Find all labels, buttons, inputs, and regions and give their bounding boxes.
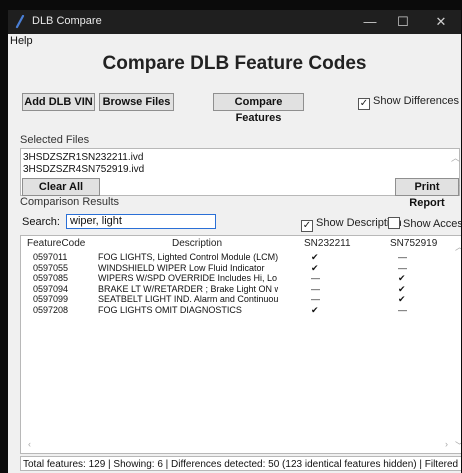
app-window: DLB Compare — ☐ ✕ Help Compare DLB Featu… [8, 10, 461, 473]
cell-sn232211: — [311, 294, 320, 304]
table-row[interactable]: 0597208 FOG LIGHTS OMIT DIAGNOSTICS ✔ — [21, 305, 461, 315]
checkmark-icon: ✓ [359, 98, 369, 109]
results-table[interactable]: FeatureCode Description SN232211 SN75291… [20, 235, 461, 454]
show-description-checkbox[interactable]: ✓ [301, 220, 313, 232]
cell-sn232211: ✔ [311, 304, 319, 315]
maximize-icon[interactable]: ☐ [394, 13, 412, 31]
close-icon[interactable]: ✕ [432, 13, 450, 31]
compare-features-button[interactable]: Compare Features [213, 93, 304, 124]
cell-sn752919: — [398, 304, 407, 315]
cell-sn752919: ✔ [398, 294, 406, 304]
scroll-down-icon[interactable]: ﹀ [455, 439, 461, 452]
cell-description: WIPERS W/SPD OVERRIDE Includes Hi, Lo ar [98, 273, 278, 283]
scroll-right-icon[interactable]: › [445, 439, 448, 449]
cell-description: WINDSHIELD WIPER Low Fluid Indicator [98, 262, 265, 273]
cell-description: FOG LIGHTS, Lighted Control Module (LCM) [98, 252, 278, 262]
show-access-label: Show Access [403, 218, 461, 230]
page-title: Compare DLB Feature Codes [102, 53, 367, 74]
show-access-checkbox[interactable] [388, 217, 400, 229]
column-header-featurecode[interactable]: FeatureCode [27, 238, 85, 249]
show-differences-checkbox[interactable]: ✓ [358, 98, 370, 110]
table-row[interactable]: 0597055 WINDSHIELD WIPER Low Fluid Indica… [21, 263, 461, 273]
column-header-description[interactable]: Description [172, 238, 222, 249]
column-header-sn232211[interactable]: SN232211 [304, 238, 351, 249]
cell-featurecode: 0597055 [33, 262, 69, 273]
table-header: FeatureCode Description SN232211 SN75291… [21, 236, 461, 249]
minimize-icon[interactable]: — [361, 13, 379, 31]
table-row[interactable]: 0597011 FOG LIGHTS, Lighted Control Modul… [21, 252, 461, 262]
show-description-toggle[interactable]: ✓ Show Description [301, 217, 402, 232]
selected-file-item[interactable]: 3HSDZSZR4SN752919.ivd [23, 164, 144, 175]
scroll-left-icon[interactable]: ‹ [28, 439, 31, 449]
selected-files-label: Selected Files [20, 134, 90, 146]
cell-sn232211: — [311, 273, 320, 283]
show-access-toggle[interactable]: Show Access [388, 217, 461, 230]
checkmark-icon: ✓ [302, 220, 312, 231]
cell-sn752919: — [398, 262, 407, 273]
cell-featurecode: 0597099 [33, 294, 69, 304]
add-dlb-vin-button[interactable]: Add DLB VIN [22, 93, 95, 111]
selected-file-item[interactable]: 3HSDZSZR1SN232211.ivd [23, 152, 143, 163]
browse-files-button[interactable]: Browse Files [99, 93, 174, 111]
cell-sn232211: ✔ [311, 262, 319, 273]
table-row[interactable]: 0597099 SEATBELT LIGHT IND. Alarm and Con… [21, 294, 461, 304]
cell-description: SEATBELT LIGHT IND. Alarm and Continuous [98, 294, 278, 304]
cell-sn752919: ✔ [398, 273, 406, 283]
show-differences-toggle[interactable]: ✓ Show Differences Only [358, 95, 461, 110]
cell-featurecode: 0597085 [33, 273, 69, 283]
column-header-sn752919[interactable]: SN752919 [390, 238, 437, 249]
cell-sn752919: — [398, 252, 407, 262]
show-differences-label: Show Differences Only [373, 95, 461, 107]
scroll-up-icon[interactable]: ︿ [455, 240, 461, 253]
cell-sn232211: ✔ [311, 252, 319, 262]
table-row[interactable]: 0597085 WIPERS W/SPD OVERRIDE Includes Hi… [21, 273, 461, 283]
cell-featurecode: 0597094 [33, 283, 69, 294]
menu-help[interactable]: Help [10, 35, 33, 47]
cell-sn752919: ✔ [398, 283, 406, 294]
window-title: DLB Compare [32, 15, 102, 27]
search-input[interactable] [66, 214, 216, 229]
status-bar: Total features: 129 | Showing: 6 | Diffe… [20, 456, 461, 471]
table-row[interactable]: 0597094 BRAKE LT W/RETARDER ; Brake Light… [21, 284, 461, 294]
menu-bar: Help [8, 34, 461, 48]
cell-featurecode: 0597208 [33, 304, 69, 315]
comparison-results-label: Comparison Results [20, 196, 120, 208]
app-icon [15, 15, 25, 29]
cell-description: BRAKE LT W/RETARDER ; Brake Light ON wi [98, 283, 278, 294]
clear-all-button[interactable]: Clear All [22, 178, 100, 196]
scroll-up-icon[interactable]: ︿ [451, 151, 460, 164]
print-report-button[interactable]: Print Report [395, 178, 459, 209]
cell-featurecode: 0597011 [33, 252, 68, 262]
cell-sn232211: — [311, 283, 320, 294]
title-bar: DLB Compare — ☐ ✕ [8, 10, 461, 34]
search-label: Search: [22, 216, 60, 228]
cell-description: FOG LIGHTS OMIT DIAGNOSTICS [98, 304, 242, 315]
